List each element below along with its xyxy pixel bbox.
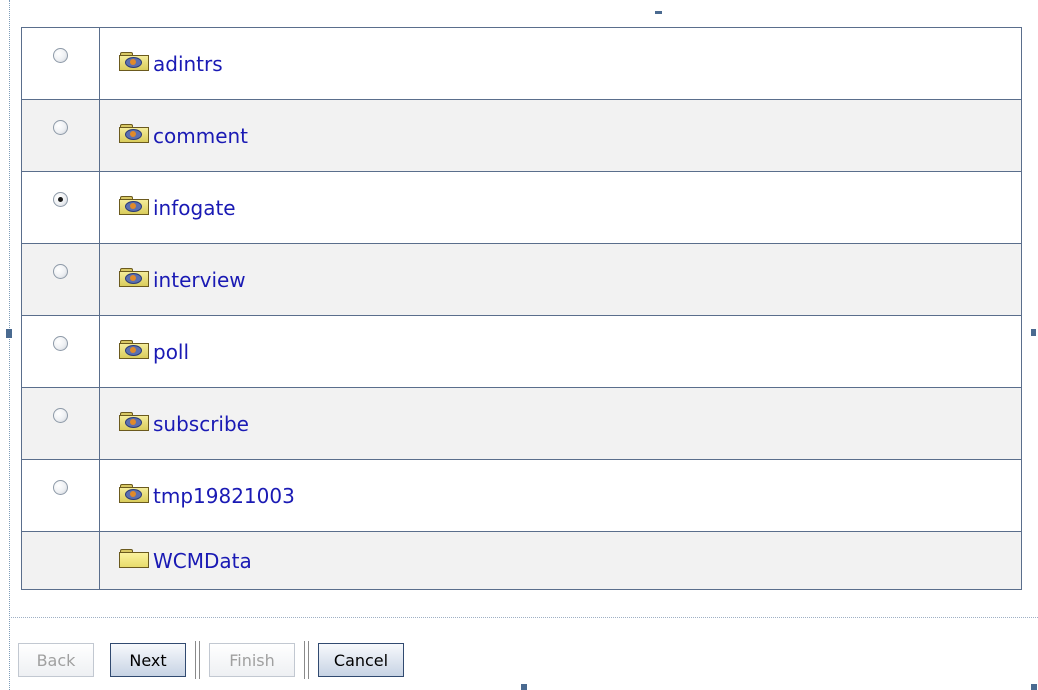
button-separator bbox=[195, 641, 200, 679]
folder-row: WCMData bbox=[21, 531, 1022, 590]
folder-row: comment bbox=[21, 99, 1022, 172]
folder-row: infogate bbox=[21, 171, 1022, 244]
folder-row: adintrs bbox=[21, 27, 1022, 100]
folder-link-wcmdata[interactable]: WCMData bbox=[119, 548, 252, 573]
frame-guide-left bbox=[9, 0, 10, 690]
resize-handle[interactable] bbox=[6, 329, 12, 338]
folder-radio-adintrs[interactable] bbox=[53, 48, 68, 63]
folder-name: tmp19821003 bbox=[153, 483, 295, 508]
shared-folder-icon bbox=[119, 195, 149, 215]
cancel-button[interactable]: Cancel bbox=[318, 643, 404, 677]
folder-link-poll[interactable]: poll bbox=[119, 339, 190, 364]
radio-cell bbox=[21, 387, 100, 460]
folder-list-table: adintrs comment infogate interview poll subsc… bbox=[21, 27, 1022, 590]
radio-cell bbox=[21, 531, 100, 590]
shared-folder-icon bbox=[119, 123, 149, 143]
frame-guide-bottom bbox=[9, 617, 1038, 618]
folder-name: comment bbox=[153, 123, 249, 148]
folder-name: poll bbox=[153, 339, 190, 364]
name-cell: interview bbox=[99, 243, 1022, 316]
shared-folder-icon bbox=[119, 51, 149, 71]
folder-link-tmp19821003[interactable]: tmp19821003 bbox=[119, 483, 295, 508]
folder-name: adintrs bbox=[153, 51, 223, 76]
folder-link-interview[interactable]: interview bbox=[119, 267, 246, 292]
folder-icon bbox=[119, 548, 149, 568]
resize-handle[interactable] bbox=[1031, 684, 1037, 690]
resize-handle[interactable] bbox=[1031, 329, 1036, 336]
folder-row: subscribe bbox=[21, 387, 1022, 460]
name-cell: tmp19821003 bbox=[99, 459, 1022, 532]
folder-link-subscribe[interactable]: subscribe bbox=[119, 411, 249, 436]
name-cell: subscribe bbox=[99, 387, 1022, 460]
wizard-button-bar: Back Next Finish Cancel bbox=[18, 641, 404, 679]
radio-cell bbox=[21, 315, 100, 388]
shared-folder-icon bbox=[119, 339, 149, 359]
folder-name: WCMData bbox=[153, 548, 252, 573]
folder-name: subscribe bbox=[153, 411, 249, 436]
folder-radio-tmp19821003[interactable] bbox=[53, 480, 68, 495]
resize-handle[interactable] bbox=[521, 684, 527, 690]
finish-button[interactable]: Finish bbox=[209, 643, 295, 677]
folder-link-infogate[interactable]: infogate bbox=[119, 195, 236, 220]
back-button[interactable]: Back bbox=[18, 643, 94, 677]
folder-row: interview bbox=[21, 243, 1022, 316]
folder-row: poll bbox=[21, 315, 1022, 388]
radio-cell bbox=[21, 99, 100, 172]
folder-radio-comment[interactable] bbox=[53, 120, 68, 135]
wizard-page: adintrs comment infogate interview poll subsc… bbox=[0, 0, 1038, 690]
folder-link-comment[interactable]: comment bbox=[119, 123, 249, 148]
shared-folder-icon bbox=[119, 483, 149, 503]
folder-radio-infogate[interactable] bbox=[53, 192, 68, 207]
radio-cell bbox=[21, 27, 100, 100]
folder-row: tmp19821003 bbox=[21, 459, 1022, 532]
radio-cell bbox=[21, 459, 100, 532]
folder-name: infogate bbox=[153, 195, 236, 220]
name-cell: poll bbox=[99, 315, 1022, 388]
folder-name: interview bbox=[153, 267, 246, 292]
radio-cell bbox=[21, 171, 100, 244]
shared-folder-icon bbox=[119, 267, 149, 287]
shared-folder-icon bbox=[119, 411, 149, 431]
name-cell: WCMData bbox=[99, 531, 1022, 590]
name-cell: comment bbox=[99, 99, 1022, 172]
folder-link-adintrs[interactable]: adintrs bbox=[119, 51, 223, 76]
next-button[interactable]: Next bbox=[110, 643, 186, 677]
folder-radio-subscribe[interactable] bbox=[53, 408, 68, 423]
name-cell: adintrs bbox=[99, 27, 1022, 100]
folder-radio-interview[interactable] bbox=[53, 264, 68, 279]
name-cell: infogate bbox=[99, 171, 1022, 244]
radio-cell bbox=[21, 243, 100, 316]
resize-handle[interactable] bbox=[655, 11, 662, 14]
button-separator bbox=[304, 641, 309, 679]
folder-radio-poll[interactable] bbox=[53, 336, 68, 351]
